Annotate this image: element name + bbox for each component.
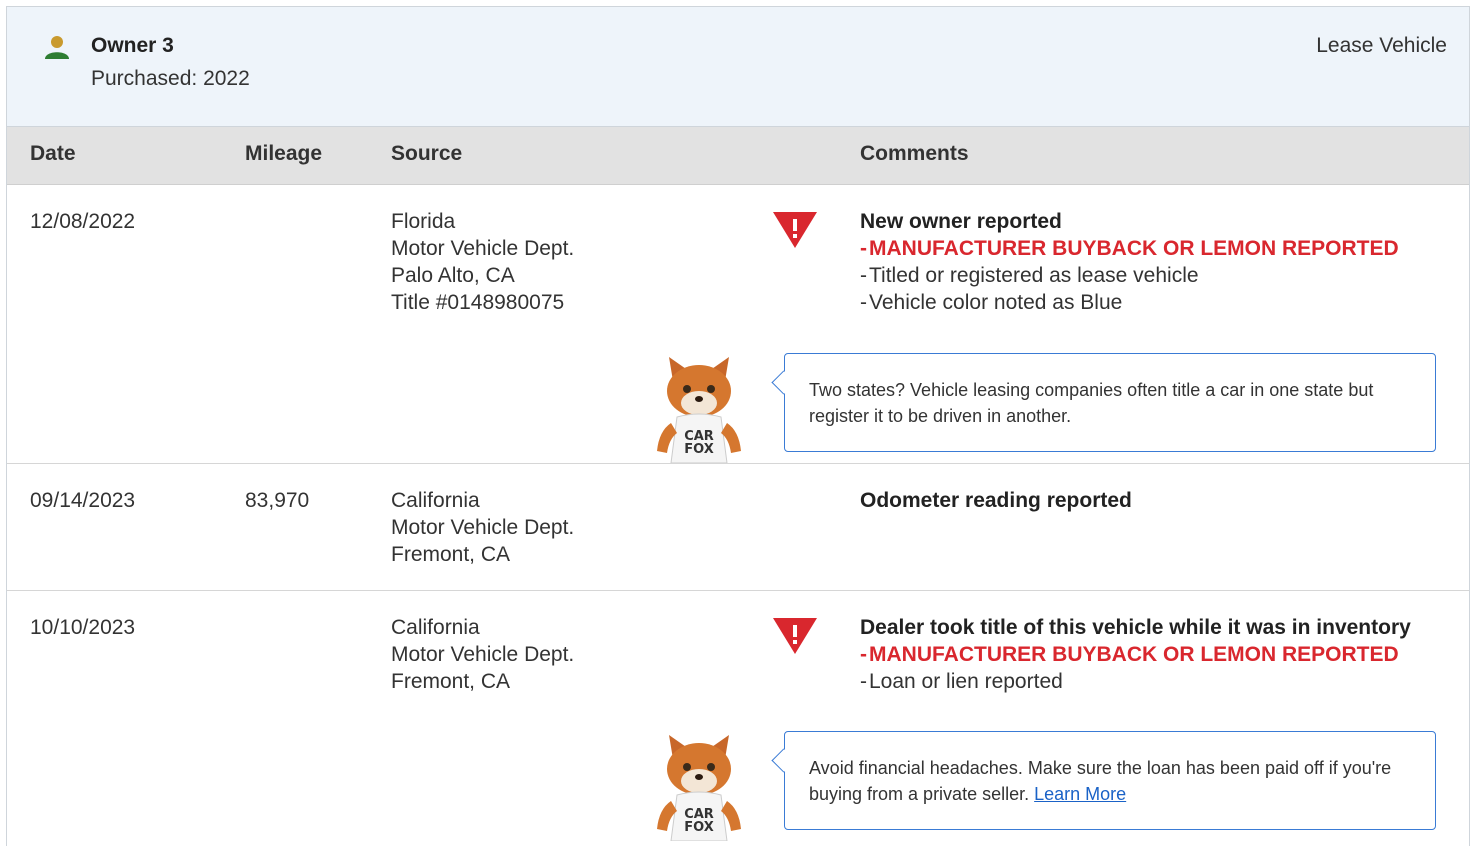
row-comments: Odometer reading reported <box>860 487 1132 514</box>
source-line: California <box>391 489 480 512</box>
owner-history-card: Owner 3 Purchased: 2022 Lease Vehicle Da… <box>6 6 1470 846</box>
dash: - <box>860 670 867 693</box>
comment-line-lemon: -MANUFACTURER BUYBACK OR LEMON REPORTED <box>860 641 1411 668</box>
owner-purchased: Purchased: 2022 <box>91 67 250 90</box>
source-line: Palo Alto, CA <box>391 264 515 287</box>
column-source: Source <box>391 142 463 165</box>
owner-type: Lease Vehicle <box>1316 34 1447 57</box>
column-comments: Comments <box>860 142 969 165</box>
row-source: California Motor Vehicle Dept. Fremont, … <box>391 614 574 695</box>
comment-line: -Vehicle color noted as Blue <box>860 289 1399 316</box>
comment-text: Titled or registered as lease vehicle <box>869 264 1199 287</box>
dash: - <box>860 264 867 287</box>
source-line: California <box>391 616 480 639</box>
dash: - <box>860 291 867 314</box>
person-icon <box>45 36 69 59</box>
mascot-shirt-text: FOX <box>684 442 714 457</box>
source-line: Florida <box>391 210 456 233</box>
column-mileage: Mileage <box>245 142 323 165</box>
dash: - <box>860 237 867 260</box>
source-line: Motor Vehicle Dept. <box>391 643 575 666</box>
owner-title: Owner 3 <box>91 34 174 57</box>
comment-line-lemon: -MANUFACTURER BUYBACK OR LEMON REPORTED <box>860 235 1399 262</box>
table-row: 09/14/2023 83,970 California Motor Vehic… <box>7 464 1469 591</box>
comment-text: MANUFACTURER BUYBACK OR LEMON REPORTED <box>869 643 1399 666</box>
row-date: 12/08/2022 <box>30 210 136 233</box>
source-line: Fremont, CA <box>391 670 511 693</box>
column-date: Date <box>30 142 76 165</box>
comment-line: -Titled or registered as lease vehicle <box>860 262 1399 289</box>
row-source: California Motor Vehicle Dept. Fremont, … <box>391 487 574 568</box>
comment-text: Vehicle color noted as Blue <box>869 291 1123 314</box>
tip-bubble: Avoid financial headaches. Make sure the… <box>784 731 1436 830</box>
alert-icon <box>773 212 817 248</box>
comment-text: Loan or lien reported <box>869 670 1063 693</box>
tip-text: Two states? Vehicle leasing companies of… <box>809 380 1374 426</box>
row-comments: Dealer took title of this vehicle while … <box>860 614 1411 695</box>
learn-more-link[interactable]: Learn More <box>1034 784 1126 804</box>
mascot-shirt-text: FOX <box>684 820 714 835</box>
comment-text: MANUFACTURER BUYBACK OR LEMON REPORTED <box>869 237 1399 260</box>
carfox-mascot-icon: CAR FOX <box>657 735 741 841</box>
comment-title: Dealer took title of this vehicle while … <box>860 616 1411 639</box>
dash: - <box>860 643 867 666</box>
row-source: Florida Motor Vehicle Dept. Palo Alto, C… <box>391 208 574 316</box>
carfox-mascot-icon: CAR FOX <box>657 357 741 463</box>
alert-icon <box>773 618 817 654</box>
row-mileage: 83,970 <box>245 489 310 512</box>
row-date: 09/14/2023 <box>30 489 136 512</box>
row-date: 10/10/2023 <box>30 616 136 639</box>
table-row: 10/10/2023 California Motor Vehicle Dept… <box>7 591 1469 851</box>
source-line: Motor Vehicle Dept. <box>391 237 575 260</box>
source-line: Fremont, CA <box>391 543 511 566</box>
owner-header: Owner 3 Purchased: 2022 Lease Vehicle <box>7 7 1469 127</box>
comment-title: Odometer reading reported <box>860 489 1132 512</box>
comment-line: -Loan or lien reported <box>860 668 1411 695</box>
table-header: Date Mileage Source Comments <box>7 127 1469 185</box>
source-line: Motor Vehicle Dept. <box>391 516 575 539</box>
comment-title: New owner reported <box>860 210 1062 233</box>
tip-bubble: Two states? Vehicle leasing companies of… <box>784 353 1436 452</box>
row-comments: New owner reported -MANUFACTURER BUYBACK… <box>860 208 1399 316</box>
source-line: Title #0148980075 <box>391 291 565 314</box>
table-row: 12/08/2022 Florida Motor Vehicle Dept. P… <box>7 185 1469 464</box>
